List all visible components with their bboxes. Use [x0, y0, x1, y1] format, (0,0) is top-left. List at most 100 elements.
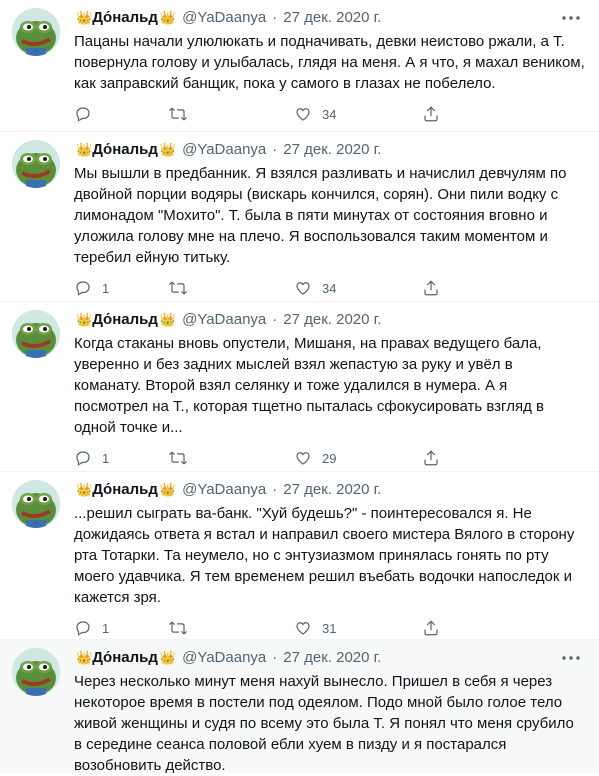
author-handle[interactable]: @YaDaanya: [182, 8, 266, 28]
tweet-header: 👑 До́нальд 👑 @YaDaanya · 27 дек. 2020 г.: [74, 140, 585, 160]
author-handle[interactable]: @YaDaanya: [182, 648, 266, 668]
tweet-header: 👑 До́нальд 👑 @YaDaanya · 27 дек. 2020 г.: [74, 310, 585, 330]
like-button[interactable]: 34: [294, 279, 422, 297]
crown-emoji-right: 👑: [159, 10, 176, 25]
tweet-text: Мы вышли в предбанник. Я взялся разливат…: [74, 165, 567, 266]
avatar[interactable]: [12, 8, 60, 56]
crown-emoji-right: 👑: [159, 312, 176, 327]
reply-icon: [76, 107, 90, 122]
retweet-button[interactable]: [166, 619, 294, 637]
crown-emoji-left: 👑: [76, 10, 92, 25]
share-button[interactable]: [422, 279, 440, 297]
reply-button[interactable]: 1: [74, 279, 166, 297]
author-name[interactable]: До́нальд: [92, 8, 158, 28]
reply-icon: [76, 621, 90, 636]
tweet-header: 👑 До́нальд 👑 @YaDaanya · 27 дек. 2020 г.: [74, 8, 585, 28]
tweet-text: Пацаны начали улюлюкать и подначивать, д…: [74, 33, 585, 92]
retweet-button[interactable]: [166, 279, 294, 297]
like-count: 29: [322, 450, 337, 466]
avatar[interactable]: [12, 648, 60, 696]
like-button[interactable]: 34: [294, 105, 422, 123]
tweet[interactable]: 👑 До́нальд 👑 @YaDaanya · 27 дек. 2020 г.…: [0, 472, 599, 640]
author-handle[interactable]: @YaDaanya: [182, 310, 266, 330]
tweet-date[interactable]: 27 дек. 2020 г.: [283, 480, 381, 500]
tweet-text: Через несколько минут меня нахуй вынесло…: [74, 673, 574, 774]
like-count: 31: [322, 620, 337, 636]
tweet-actions: 1 31: [74, 618, 585, 638]
share-icon: [424, 106, 438, 122]
share-icon: [424, 280, 438, 296]
reply-count: 1: [102, 620, 110, 636]
pepe-avatar-icon: [12, 480, 60, 528]
crown-emoji-right: 👑: [159, 142, 176, 157]
separator-dot: ·: [272, 481, 278, 498]
share-button[interactable]: [422, 449, 440, 467]
heart-icon: [296, 452, 310, 465]
tweet-text: ...решил сыграть ва-банк. "Хуй будешь?" …: [74, 505, 575, 606]
like-button[interactable]: 31: [294, 619, 422, 637]
heart-icon: [296, 622, 310, 635]
pepe-avatar-icon: [12, 8, 60, 56]
crown-emoji-left: 👑: [76, 312, 92, 327]
author-handle[interactable]: @YaDaanya: [182, 140, 266, 160]
avatar[interactable]: [12, 310, 60, 358]
more-options-icon[interactable]: [559, 9, 583, 27]
crown-emoji-left: 👑: [76, 142, 92, 157]
reply-count: 1: [102, 280, 110, 296]
author-name[interactable]: До́нальд: [92, 648, 158, 668]
tweet-highlighted[interactable]: 👑 До́нальд 👑 @YaDaanya · 27 дек. 2020 г.…: [0, 640, 599, 774]
tweet-actions: 1 34: [74, 278, 585, 298]
avatar[interactable]: [12, 140, 60, 188]
timeline: 👑 До́нальд 👑 @YaDaanya · 27 дек. 2020 г.…: [0, 0, 599, 774]
like-count: 34: [322, 106, 337, 122]
share-button[interactable]: [422, 105, 440, 123]
heart-icon: [296, 282, 310, 295]
author-name[interactable]: До́нальд: [92, 140, 158, 160]
more-options-icon[interactable]: [559, 649, 583, 667]
avatar[interactable]: [12, 480, 60, 528]
reply-button[interactable]: 1: [74, 449, 166, 467]
tweet-date[interactable]: 27 дек. 2020 г.: [283, 310, 381, 330]
author-name[interactable]: До́нальд: [92, 310, 158, 330]
retweet-icon: [168, 621, 188, 635]
tweet-text: Когда стаканы вновь опустели, Мишаня, на…: [74, 335, 544, 436]
tweet-actions: 1 29: [74, 448, 585, 468]
like-button[interactable]: 29: [294, 449, 422, 467]
separator-dot: ·: [272, 9, 278, 26]
tweet-header: 👑 До́нальд 👑 @YaDaanya · 27 дек. 2020 г.: [74, 480, 585, 500]
separator-dot: ·: [272, 141, 278, 158]
retweet-icon: [168, 451, 188, 465]
reply-count: 1: [102, 450, 110, 466]
tweet[interactable]: 👑 До́нальд 👑 @YaDaanya · 27 дек. 2020 г.…: [0, 0, 599, 132]
retweet-button[interactable]: [166, 105, 294, 123]
separator-dot: ·: [272, 311, 278, 328]
share-icon: [424, 450, 438, 466]
reply-button[interactable]: 1: [74, 619, 166, 637]
tweet-header: 👑 До́нальд 👑 @YaDaanya · 27 дек. 2020 г.: [74, 648, 585, 668]
tweet-date[interactable]: 27 дек. 2020 г.: [283, 648, 381, 668]
share-button[interactable]: [422, 619, 440, 637]
tweet-date[interactable]: 27 дек. 2020 г.: [283, 8, 381, 28]
like-count: 34: [322, 280, 337, 296]
retweet-icon: [168, 107, 188, 121]
share-icon: [424, 620, 438, 636]
crown-emoji-right: 👑: [159, 482, 176, 497]
pepe-avatar-icon: [12, 648, 60, 696]
reply-button[interactable]: [74, 105, 166, 123]
reply-icon: [76, 281, 90, 296]
heart-icon: [296, 108, 310, 121]
pepe-avatar-icon: [12, 140, 60, 188]
tweet[interactable]: 👑 До́нальд 👑 @YaDaanya · 27 дек. 2020 г.…: [0, 132, 599, 302]
author-name[interactable]: До́нальд: [92, 480, 158, 500]
crown-emoji-left: 👑: [76, 482, 92, 497]
crown-emoji-right: 👑: [159, 650, 176, 665]
tweet-date[interactable]: 27 дек. 2020 г.: [283, 140, 381, 160]
pepe-avatar-icon: [12, 310, 60, 358]
reply-icon: [76, 451, 90, 466]
author-handle[interactable]: @YaDaanya: [182, 480, 266, 500]
tweet[interactable]: 👑 До́нальд 👑 @YaDaanya · 27 дек. 2020 г.…: [0, 302, 599, 472]
crown-emoji-left: 👑: [76, 650, 92, 665]
retweet-icon: [168, 281, 188, 295]
retweet-button[interactable]: [166, 449, 294, 467]
tweet-actions: 34: [74, 104, 585, 124]
